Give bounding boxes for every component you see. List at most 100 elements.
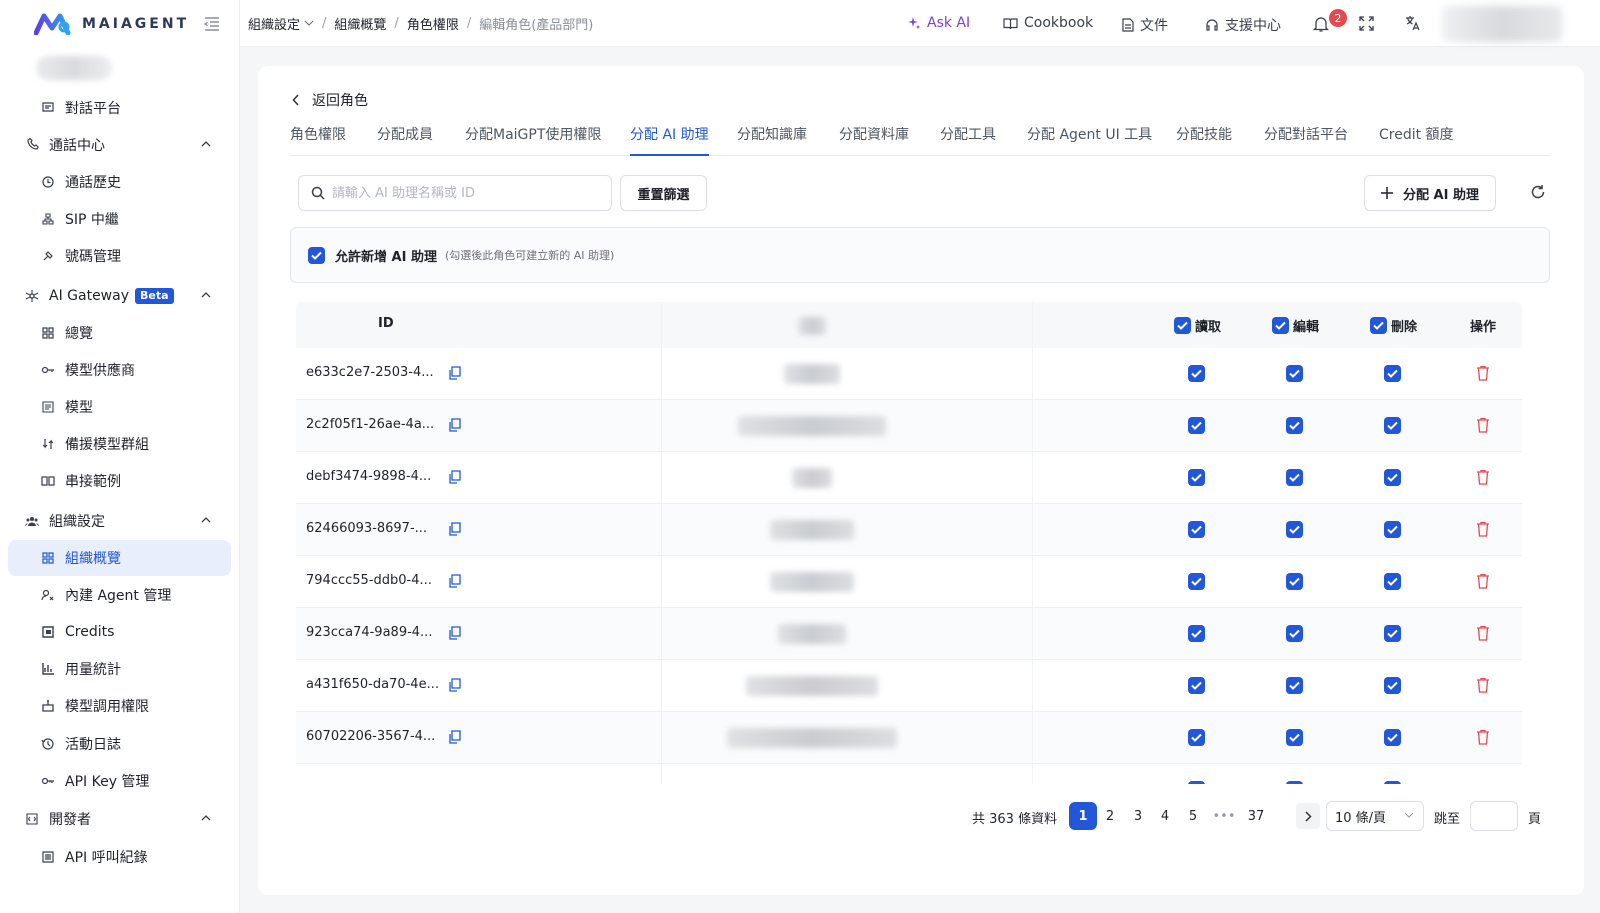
trash-icon[interactable] bbox=[1476, 573, 1490, 589]
allow-create-checkbox[interactable] bbox=[308, 246, 325, 264]
delete-checkbox[interactable] bbox=[1384, 573, 1401, 590]
back-to-roles-link[interactable]: 返回角色 bbox=[292, 90, 368, 110]
edit-checkbox[interactable] bbox=[1286, 625, 1303, 642]
tab-5[interactable]: 分配資料庫 bbox=[839, 124, 909, 156]
read-checkbox[interactable] bbox=[1188, 521, 1205, 538]
edit-checkbox[interactable] bbox=[1286, 781, 1303, 784]
tab-6[interactable]: 分配工具 bbox=[940, 124, 996, 156]
tab-4[interactable]: 分配知識庫 bbox=[737, 124, 807, 156]
next-page-button[interactable] bbox=[1296, 803, 1320, 829]
search-input[interactable] bbox=[332, 185, 602, 201]
sidebar-item-6[interactable]: 總覽 bbox=[8, 315, 231, 351]
page-2[interactable]: 2 bbox=[1096, 802, 1124, 830]
page-4[interactable]: 4 bbox=[1151, 802, 1179, 830]
delete-checkbox[interactable] bbox=[1384, 781, 1401, 784]
tab-10[interactable]: Credit 額度 bbox=[1379, 124, 1454, 156]
delete-checkbox[interactable] bbox=[1384, 521, 1401, 538]
delete-checkbox[interactable] bbox=[1384, 677, 1401, 694]
sidebar-item-15[interactable]: 用量統計 bbox=[8, 651, 231, 687]
page-3[interactable]: 3 bbox=[1124, 802, 1152, 830]
copy-icon[interactable] bbox=[448, 418, 462, 432]
trash-icon[interactable] bbox=[1476, 521, 1490, 537]
tab-3[interactable]: 分配 AI 助理 bbox=[630, 124, 709, 156]
copy-icon[interactable] bbox=[448, 522, 462, 536]
sidebar-item-7[interactable]: 模型供應商 bbox=[8, 352, 231, 388]
trash-icon[interactable] bbox=[1476, 677, 1490, 693]
cookbook-button[interactable]: Cookbook bbox=[1003, 15, 1093, 31]
copy-icon[interactable] bbox=[448, 366, 462, 380]
tab-9[interactable]: 分配對話平台 bbox=[1264, 124, 1348, 156]
page-37[interactable]: 37 bbox=[1242, 802, 1270, 830]
read-checkbox[interactable] bbox=[1188, 417, 1205, 434]
sidebar-item-0[interactable]: 對話平台 bbox=[8, 90, 231, 126]
assign-ai-assistant-button[interactable]: 分配 AI 助理 bbox=[1364, 175, 1496, 211]
search-box[interactable] bbox=[298, 175, 612, 211]
read-checkbox[interactable] bbox=[1188, 625, 1205, 642]
edit-checkbox[interactable] bbox=[1286, 573, 1303, 590]
sidebar-item-10[interactable]: 串接範例 bbox=[8, 463, 231, 499]
page-ellipsis[interactable]: ••• bbox=[1210, 802, 1238, 830]
organization-selector[interactable] bbox=[36, 56, 112, 80]
copy-icon[interactable] bbox=[448, 626, 462, 640]
menu-collapse-icon[interactable] bbox=[203, 15, 221, 33]
sidebar-item-11[interactable]: 組織設定 bbox=[8, 503, 231, 539]
breadcrumb-item[interactable]: 角色權限 bbox=[407, 14, 459, 33]
trash-icon[interactable] bbox=[1476, 469, 1490, 485]
sidebar-item-14[interactable]: Credits bbox=[8, 614, 231, 650]
sidebar-item-18[interactable]: API Key 管理 bbox=[8, 763, 231, 799]
breadcrumb-item[interactable]: 組織設定 bbox=[248, 14, 300, 33]
edit-checkbox[interactable] bbox=[1286, 469, 1303, 486]
edit-checkbox[interactable] bbox=[1286, 365, 1303, 382]
sidebar-item-9[interactable]: 備援模型群組 bbox=[8, 426, 231, 462]
support-button[interactable]: 支援中心 bbox=[1205, 15, 1281, 35]
read-all-checkbox[interactable] bbox=[1174, 317, 1191, 334]
tab-7[interactable]: 分配 Agent UI 工具 bbox=[1027, 124, 1152, 156]
reset-filter-button[interactable]: 重置篩選 bbox=[620, 175, 707, 211]
read-checkbox[interactable] bbox=[1188, 469, 1205, 486]
trash-icon[interactable] bbox=[1476, 417, 1490, 433]
edit-checkbox[interactable] bbox=[1286, 729, 1303, 746]
sidebar-item-2[interactable]: 通話歷史 bbox=[8, 164, 231, 200]
trash-icon[interactable] bbox=[1476, 365, 1490, 381]
edit-checkbox[interactable] bbox=[1286, 677, 1303, 694]
read-checkbox[interactable] bbox=[1188, 677, 1205, 694]
page-size-select[interactable]: 10 條/頁 bbox=[1326, 801, 1424, 831]
copy-icon[interactable] bbox=[448, 470, 462, 484]
read-checkbox[interactable] bbox=[1188, 729, 1205, 746]
copy-icon[interactable] bbox=[448, 730, 462, 744]
tab-1[interactable]: 分配成員 bbox=[377, 124, 433, 156]
copy-icon[interactable] bbox=[448, 574, 462, 588]
sidebar-item-19[interactable]: 開發者 bbox=[8, 801, 231, 837]
trash-icon[interactable] bbox=[1476, 729, 1490, 745]
tab-0[interactable]: 角色權限 bbox=[290, 124, 346, 156]
ask-ai-button[interactable]: Ask AI bbox=[907, 15, 970, 31]
read-checkbox[interactable] bbox=[1188, 781, 1205, 784]
copy-icon[interactable] bbox=[448, 678, 462, 692]
sidebar-item-16[interactable]: 模型調用權限 bbox=[8, 688, 231, 724]
user-avatar-menu[interactable] bbox=[1442, 6, 1562, 42]
edit-all-checkbox[interactable] bbox=[1272, 317, 1289, 334]
sidebar-item-8[interactable]: 模型 bbox=[8, 389, 231, 425]
docs-button[interactable]: 文件 bbox=[1122, 15, 1168, 35]
sidebar-item-4[interactable]: 號碼管理 bbox=[8, 238, 231, 274]
delete-checkbox[interactable] bbox=[1384, 729, 1401, 746]
tab-8[interactable]: 分配技能 bbox=[1176, 124, 1232, 156]
sidebar-item-17[interactable]: 活動日誌 bbox=[8, 726, 231, 762]
sidebar-item-3[interactable]: SIP 中繼 bbox=[8, 201, 231, 237]
sidebar-item-1[interactable]: 通話中心 bbox=[8, 127, 231, 163]
delete-checkbox[interactable] bbox=[1384, 469, 1401, 486]
delete-checkbox[interactable] bbox=[1384, 417, 1401, 434]
sidebar-item-20[interactable]: API 呼叫紀錄 bbox=[8, 839, 231, 875]
edit-checkbox[interactable] bbox=[1286, 417, 1303, 434]
sidebar-item-5[interactable]: AI Gateway Beta bbox=[8, 278, 231, 314]
read-checkbox[interactable] bbox=[1188, 573, 1205, 590]
edit-checkbox[interactable] bbox=[1286, 521, 1303, 538]
breadcrumb-item[interactable]: 組織概覽 bbox=[334, 14, 386, 33]
fullscreen-icon[interactable] bbox=[1359, 16, 1374, 31]
sidebar-item-12[interactable]: 組織概覽 bbox=[8, 540, 231, 576]
sidebar-item-13[interactable]: 內建 Agent 管理 bbox=[8, 577, 231, 613]
page-1[interactable]: 1 bbox=[1069, 802, 1097, 830]
bell-icon[interactable] bbox=[1312, 15, 1330, 33]
delete-checkbox[interactable] bbox=[1384, 365, 1401, 382]
delete-all-checkbox[interactable] bbox=[1370, 317, 1387, 334]
